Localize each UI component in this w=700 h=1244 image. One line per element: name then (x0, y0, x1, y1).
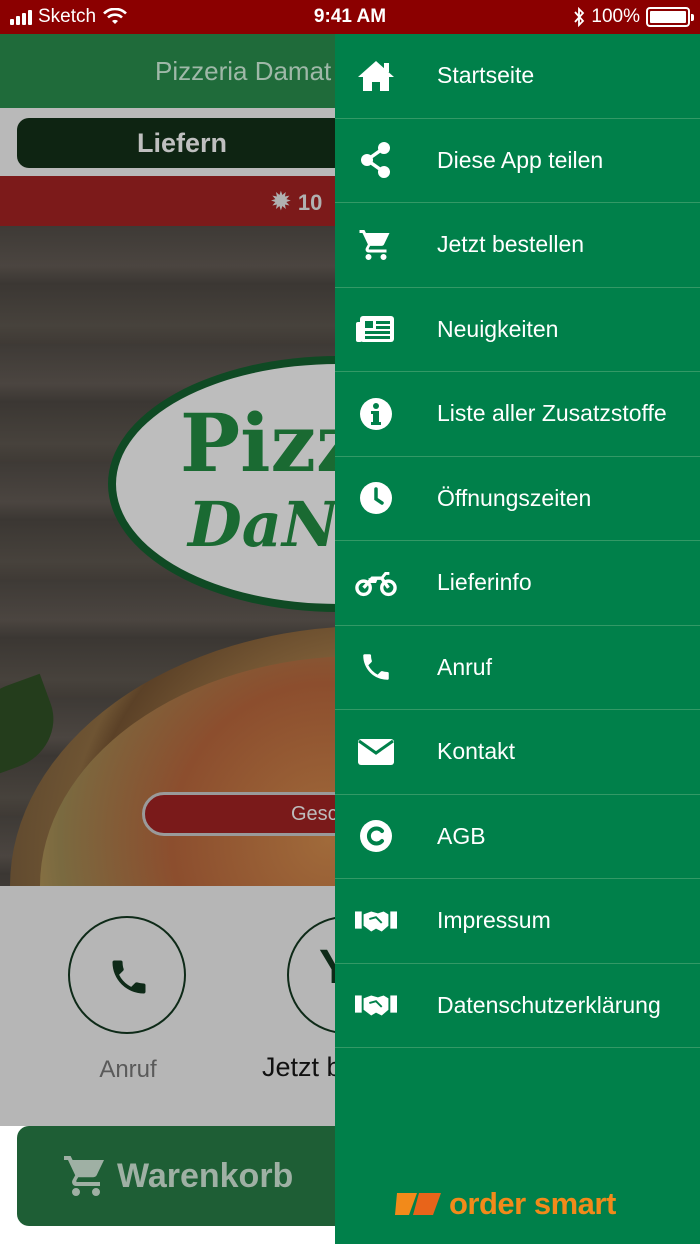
menu-label: Startseite (437, 62, 535, 89)
cart-icon (355, 226, 397, 264)
phone-icon (355, 648, 397, 686)
handshake-icon (355, 986, 397, 1024)
order-action-label: Jetzt b (262, 1052, 342, 1082)
badge-icon: ✹ (270, 186, 292, 216)
share-icon (355, 141, 397, 179)
status-bar: Sketch 9:41 AM 100% (0, 0, 700, 34)
promo-text: 10 (297, 190, 323, 215)
menu-label: Diese App teilen (437, 146, 604, 173)
side-drawer: Startseite Diese App teilen Jetzt bestel… (335, 34, 700, 1244)
call-action-label: Anruf (99, 1056, 157, 1083)
app-title: Pizzeria Damat (155, 56, 332, 86)
menu-label: Anruf (437, 653, 492, 680)
menu-item-share[interactable]: Diese App teilen (335, 119, 700, 203)
clock-icon (355, 479, 397, 517)
menu-item-call[interactable]: Anruf (335, 626, 700, 710)
motorcycle-icon (355, 564, 397, 602)
copyright-icon (355, 817, 397, 855)
menu-label: Impressum (437, 907, 551, 934)
home-icon (355, 57, 397, 95)
menu-label: Öffnungszeiten (437, 484, 592, 511)
menu-label: Datenschutzerklärung (437, 991, 661, 1018)
newspaper-icon (355, 310, 397, 348)
menu-item-news[interactable]: Neuigkeiten (335, 288, 700, 372)
cart-label: Warenkorb (117, 1157, 294, 1195)
phone-icon (112, 960, 146, 994)
menu-item-order[interactable]: Jetzt bestellen (335, 203, 700, 288)
order-smart-mark-icon (395, 1189, 445, 1219)
menu-item-privacy[interactable]: Datenschutzerklärung (335, 964, 700, 1048)
battery-icon (646, 7, 694, 27)
logo-text-line2: DaN (188, 488, 339, 561)
menu-item-agb[interactable]: AGB (335, 795, 700, 879)
menu-label: AGB (437, 822, 486, 849)
envelope-icon (355, 733, 397, 771)
menu-label: Kontakt (437, 738, 515, 765)
menu-label: Liste aller Zusatzstoffe (437, 400, 667, 427)
cart-icon (64, 1156, 104, 1196)
menu-label: Lieferinfo (437, 569, 532, 596)
status-right: 100% (573, 6, 694, 28)
bluetooth-icon (574, 7, 585, 27)
menu-label: Jetzt bestellen (437, 231, 585, 258)
menu-item-imprint[interactable]: Impressum (335, 879, 700, 964)
order-smart-text: order smart (449, 1186, 616, 1221)
info-icon (355, 395, 397, 433)
menu-item-hours[interactable]: Öffnungszeiten (335, 457, 700, 541)
menu-item-delivery-info[interactable]: Lieferinfo (335, 541, 700, 626)
menu-item-additives[interactable]: Liste aller Zusatzstoffe (335, 372, 700, 457)
handshake-icon (355, 902, 397, 940)
menu-item-contact[interactable]: Kontakt (335, 710, 700, 795)
battery-percent: 100% (591, 6, 640, 27)
menu-label: Neuigkeiten (437, 315, 559, 342)
menu-item-startseite[interactable]: Startseite (335, 34, 700, 119)
call-action-button[interactable] (68, 916, 186, 1034)
order-smart-logo: order smart (395, 1186, 616, 1222)
